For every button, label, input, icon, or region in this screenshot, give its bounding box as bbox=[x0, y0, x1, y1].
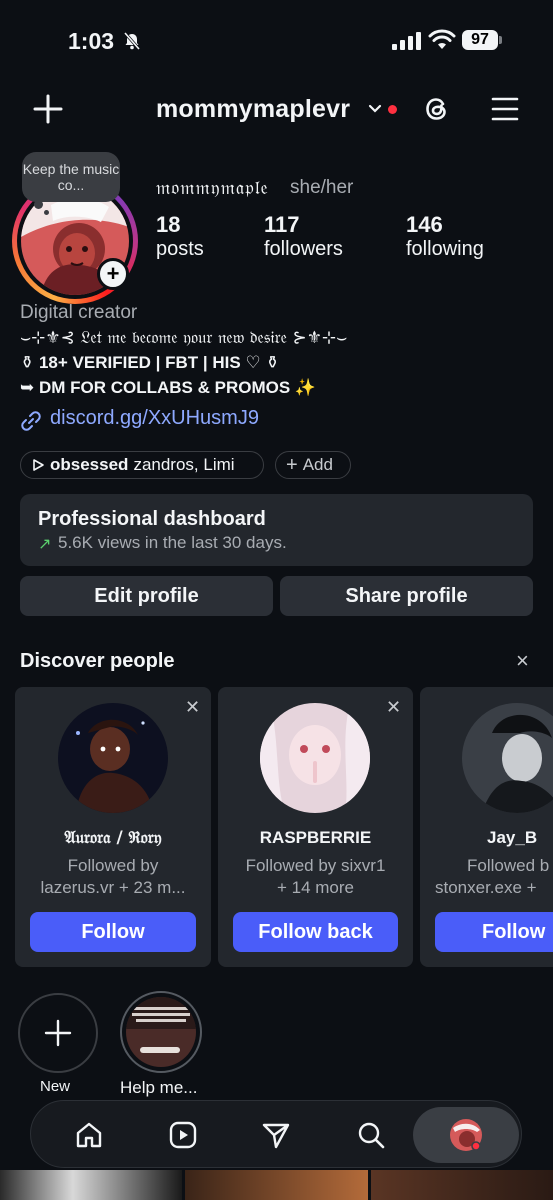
send-icon bbox=[262, 1123, 290, 1149]
mutuals-line: stonxer.exe + bbox=[435, 878, 537, 897]
highlight-label: Help me... bbox=[120, 1078, 198, 1097]
new-highlight-button[interactable] bbox=[18, 993, 98, 1073]
bio-link[interactable]: discord.gg/XxUHusmJ9 bbox=[50, 407, 259, 430]
bottom-nav bbox=[30, 1100, 522, 1168]
stat-posts-value: 18 bbox=[156, 212, 181, 237]
follow-button[interactable]: Follow bbox=[30, 912, 196, 952]
pronouns: she/her bbox=[290, 177, 354, 198]
note-bubble-tail-small bbox=[44, 210, 49, 215]
nav-search[interactable] bbox=[349, 1113, 393, 1157]
note-bubble[interactable]: Keep the music co... bbox=[22, 152, 120, 202]
profile-category: Digital creator bbox=[20, 302, 138, 323]
nav-reels[interactable] bbox=[161, 1113, 205, 1157]
suggestion-avatar[interactable] bbox=[462, 703, 553, 813]
mutuals-line: Followed b bbox=[467, 856, 550, 875]
music-chip[interactable]: obsessed zandros, Limi bbox=[20, 451, 264, 479]
follow-back-button[interactable]: Follow back bbox=[233, 912, 398, 952]
add-chip[interactable]: + Add bbox=[275, 451, 351, 479]
mutuals-line: lazerus.vr + 23 m... bbox=[40, 878, 186, 897]
plus-icon: + bbox=[286, 453, 298, 476]
suggestion-card[interactable]: ✕ RASPBERRIE Followed by sixvr1 + 14 mor… bbox=[218, 687, 413, 967]
note-bubble-tail bbox=[34, 200, 43, 209]
nav-profile[interactable] bbox=[444, 1113, 488, 1157]
grid-post[interactable] bbox=[185, 1170, 368, 1200]
suggestion-mutuals: Followed by lazerus.vr + 23 m... bbox=[15, 855, 211, 899]
post-grid-peek bbox=[0, 1170, 553, 1200]
wifi-icon bbox=[428, 29, 456, 49]
stat-posts-label: posts bbox=[156, 238, 204, 260]
suggestion-mutuals: Followed by sixvr1 + 14 more bbox=[218, 855, 413, 899]
dismiss-icon[interactable]: ✕ bbox=[386, 697, 401, 718]
edit-profile-button[interactable]: Edit profile bbox=[20, 576, 273, 616]
follow-button[interactable]: Follow bbox=[435, 912, 553, 952]
display-name: 𝔪𝔬𝔪𝔪𝔶𝔪𝔞𝔭𝔩𝔢 bbox=[156, 177, 269, 199]
account-switcher-username[interactable]: mommymaplevr bbox=[156, 95, 350, 124]
dismiss-icon[interactable]: ✕ bbox=[185, 697, 200, 718]
create-icon[interactable] bbox=[32, 93, 64, 125]
music-artists: zandros, Limi bbox=[133, 455, 235, 474]
battery-nub bbox=[499, 36, 502, 44]
stat-following-value: 146 bbox=[406, 212, 443, 237]
suggestion-avatar[interactable] bbox=[260, 703, 370, 813]
stat-followers-label: followers bbox=[264, 238, 343, 260]
chevron-down-icon[interactable] bbox=[368, 104, 382, 114]
suggestion-mutuals: Followed b stonxer.exe + bbox=[420, 855, 553, 899]
stat-posts[interactable]: 18 posts bbox=[156, 212, 204, 261]
signal-icon bbox=[392, 32, 421, 50]
reels-icon bbox=[169, 1121, 197, 1149]
highlight-cover[interactable] bbox=[126, 997, 196, 1067]
trend-up-icon: ↗ bbox=[38, 536, 52, 553]
highlight-label: New bbox=[40, 1078, 71, 1095]
stat-following-label: following bbox=[406, 238, 484, 260]
close-icon[interactable]: × bbox=[516, 648, 534, 673]
add-story-button[interactable]: + bbox=[97, 258, 129, 290]
play-icon bbox=[33, 459, 44, 471]
mutuals-line: Followed by sixvr1 bbox=[245, 856, 386, 875]
battery-indicator: 97 bbox=[462, 30, 498, 50]
link-icon bbox=[21, 411, 41, 431]
suggestion-name[interactable]: Jay_B bbox=[420, 828, 553, 848]
bio-line: ➥ DM FOR COLLABS & PROMOS ✨ bbox=[20, 378, 317, 397]
suggestion-avatar[interactable] bbox=[58, 703, 168, 813]
search-icon bbox=[358, 1122, 385, 1149]
plus-icon bbox=[44, 1019, 72, 1047]
add-chip-label: Add bbox=[302, 455, 333, 474]
suggestion-name[interactable]: 𝔄𝔲𝔯𝔬𝔯𝔞 / ℜ𝔬𝔯𝔶 bbox=[15, 828, 211, 848]
mutuals-line: Followed by bbox=[67, 856, 159, 875]
status-time: 1:03 bbox=[68, 28, 115, 54]
threads-icon[interactable] bbox=[421, 93, 453, 125]
suggestion-name[interactable]: RASPBERRIE bbox=[218, 828, 413, 848]
dashboard-title: Professional dashboard bbox=[38, 508, 266, 530]
menu-icon[interactable] bbox=[491, 96, 519, 122]
music-song: obsessed bbox=[50, 455, 129, 474]
suggestion-card[interactable]: ✕ 𝔄𝔲𝔯𝔬𝔯𝔞 / ℜ𝔬𝔯𝔶 Followed by lazerus.vr +… bbox=[15, 687, 211, 967]
grid-post[interactable] bbox=[370, 1170, 553, 1200]
profile-avatar-icon bbox=[450, 1119, 482, 1151]
share-profile-button[interactable]: Share profile bbox=[280, 576, 533, 616]
bio-line: ⚱ 18+ VERIFIED | FBT | HIS ♡ ⚱ bbox=[20, 353, 280, 372]
nav-home[interactable] bbox=[67, 1113, 111, 1157]
stat-following[interactable]: 146 following bbox=[406, 212, 484, 261]
mutuals-line: + 14 more bbox=[276, 878, 354, 897]
notification-dot bbox=[388, 105, 397, 114]
nav-messages[interactable] bbox=[254, 1113, 298, 1157]
bio-line: ⌣⊹⚜︎⊰ 𝔏𝔢𝔱 𝔪𝔢 𝔟𝔢𝔠𝔬𝔪𝔢 𝔶𝔬𝔲𝔯 𝔫𝔢𝔴 𝔡𝔢𝔰𝔦𝔯𝔢 ⊱⚜︎⊹… bbox=[20, 328, 348, 348]
stat-followers-value: 117 bbox=[264, 212, 300, 237]
stat-followers[interactable]: 117 followers bbox=[264, 212, 343, 261]
home-icon bbox=[76, 1122, 102, 1148]
discover-title: Discover people bbox=[20, 650, 175, 672]
grid-post[interactable] bbox=[0, 1170, 183, 1200]
dashboard-subtitle: 5.6K views in the last 30 days. bbox=[58, 533, 287, 552]
silent-bell-icon bbox=[123, 32, 141, 50]
suggestion-card[interactable]: Jay_B Followed b stonxer.exe + Follow bbox=[420, 687, 553, 967]
